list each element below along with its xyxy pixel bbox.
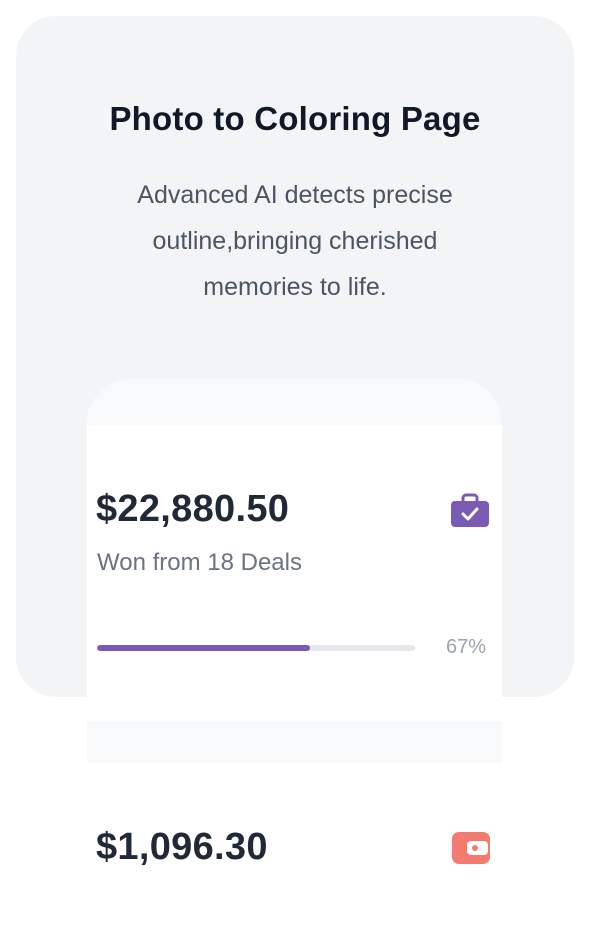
deals-progress-bar bbox=[97, 645, 415, 651]
stat-amount-won: $22,880.50 bbox=[96, 488, 290, 530]
preview-divider bbox=[87, 721, 502, 763]
preview-card-header bbox=[87, 379, 502, 425]
stat-amount-wallet: $1,096.30 bbox=[96, 826, 268, 868]
feature-title: Photo to Coloring Page bbox=[109, 100, 481, 137]
feature-description: Advanced AI detects precise outline,brin… bbox=[137, 181, 453, 301]
wallet-icon bbox=[452, 832, 490, 864]
progress-percent-label: 67% bbox=[446, 636, 487, 658]
stat-subtitle: Won from 18 Deals bbox=[97, 549, 302, 576]
deals-progress-fill bbox=[97, 645, 311, 651]
briefcase-check-icon bbox=[451, 493, 489, 527]
